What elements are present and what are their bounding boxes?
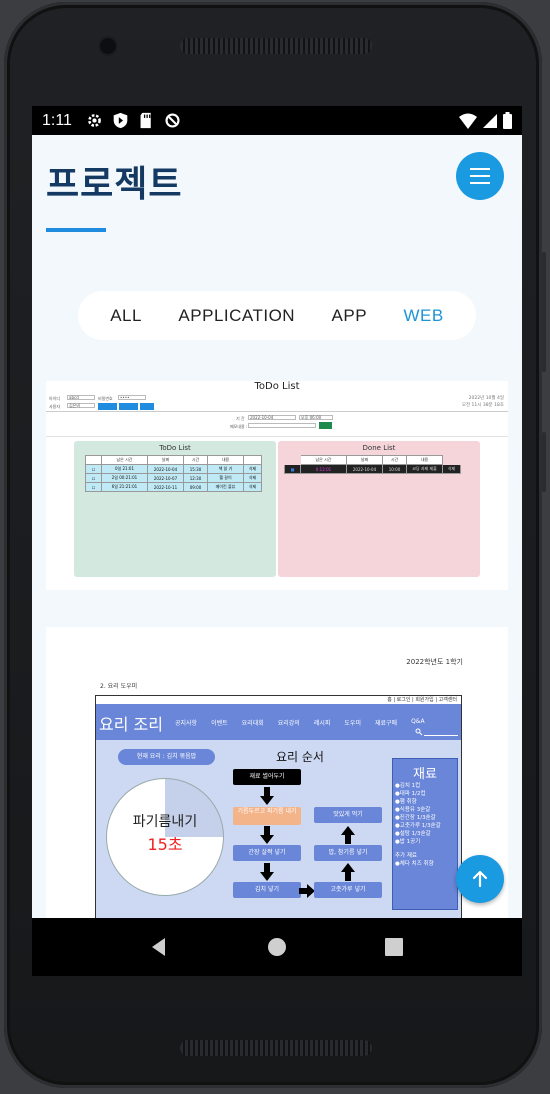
checkbox: ☐	[85, 482, 102, 492]
ingredients-box: 재료 ●김치 1컵 ●대파 1/2컵 ●햄 취향 ●식용유 3숟갈 ●진간장 1…	[392, 758, 458, 910]
project-card-cooking[interactable]: 2022학년도 1학기 2. 요리 도우미 홈 | 로그인 | 회원가입 | 고…	[46, 627, 508, 918]
filter-application[interactable]: APPLICATION	[178, 306, 295, 326]
scroll-to-top-button[interactable]	[456, 855, 504, 903]
project-card-todo[interactable]: ToDo List 아이디 abcd 비밀번호 •••• 사용자 김은비 202…	[46, 381, 508, 590]
sync-icon	[165, 113, 180, 128]
table-row: ■ 0:12:01 2022-10-04 10:00 코딩 과제 제출 삭제	[284, 464, 461, 474]
logout-button	[119, 403, 138, 410]
checkbox: ☐	[85, 473, 102, 483]
filter-web[interactable]: WEB	[404, 306, 444, 326]
id-label: 아이디	[49, 396, 61, 401]
screen: 1:11 프로젝트 ALL APPLICATION APP WEB ToDo L…	[32, 106, 522, 976]
divider	[46, 411, 508, 412]
phone-frame: 1:11 프로젝트 ALL APPLICATION APP WEB ToDo L…	[4, 2, 546, 1088]
cooking-menu: 공지사항 이벤트 요리대회 요리강의 레시피 도우미 재료구매 Q&A	[175, 718, 425, 727]
status-bar: 1:11	[32, 106, 522, 135]
todo-table: 남은 시간 날짜 시간 내용 ☐ 0일 21:01 2022-10-04 15:…	[85, 455, 262, 492]
arrow-right-icon	[299, 884, 315, 898]
cooking-brand: 요리 조리	[99, 715, 163, 734]
title-underline	[46, 228, 106, 232]
step-1: 재료 썰어두기	[233, 769, 301, 785]
page-content[interactable]: 프로젝트 ALL APPLICATION APP WEB ToDo List 아…	[32, 135, 522, 918]
earpiece-speaker	[180, 38, 372, 54]
navigation-bar	[32, 918, 522, 976]
join-button	[140, 403, 154, 410]
user-field: 김은비	[67, 403, 95, 408]
step-7: 맛있게 먹기	[314, 807, 382, 823]
filter-bar: ALL APPLICATION APP WEB	[78, 291, 476, 340]
divider	[46, 436, 508, 437]
wifi-icon	[459, 113, 477, 129]
user-label: 사용자	[49, 404, 61, 409]
step-5: 고춧가루 넣기	[314, 882, 382, 898]
checkbox: ☐	[85, 464, 102, 474]
cell-signal-icon	[483, 113, 497, 128]
steps-title: 요리 순서	[276, 750, 324, 764]
filter-all[interactable]: ALL	[110, 306, 142, 326]
settings-icon	[88, 114, 101, 127]
date-label: 기 간	[236, 416, 245, 421]
step-6: 밥, 참기름 넣기	[314, 845, 382, 861]
volume-button	[542, 252, 546, 372]
home-icon[interactable]	[267, 937, 287, 957]
search-icon	[415, 728, 423, 736]
step-3: 간장 살짝 넣기	[233, 845, 301, 861]
report-header: 2022학년도 1학기	[406, 658, 463, 666]
timer-value: 15초	[147, 835, 183, 854]
done-panel: Done List 남은 시간 날짜 시간 내용 ■ 0:12:01 2022-…	[278, 441, 480, 577]
battery-icon	[503, 112, 512, 129]
cooking-app-screenshot: 홈 | 로그인 | 회원가입 | 고객센터 요리 조리 공지사항 이벤트 요리대…	[95, 695, 462, 918]
arrow-up-icon	[341, 826, 355, 844]
todo-panel: ToDo List 남은 시간 날짜 시간 내용 ☐ 0일 21:01 2022…	[74, 441, 276, 577]
cooking-navbar: 요리 조리 공지사항 이벤트 요리대회 요리강의 레시피 도우미 재료구매 Q&…	[96, 704, 461, 740]
todo-panel-title: ToDo List	[159, 444, 191, 452]
add-button	[319, 422, 332, 429]
table-row: ☐ 6일 21:21:01 2022-10-11 09:00 메이킨 플뷰 삭제	[85, 482, 262, 492]
table-row: ☐ 2일 00:21:01 2022-10-07 12:30 헬 갈이 삭제	[85, 473, 262, 483]
arrow-down-icon	[260, 863, 274, 881]
arrow-up-icon	[341, 863, 355, 881]
memo-label: 메모내용 :	[230, 424, 248, 429]
hamburger-icon	[470, 168, 490, 170]
todo-app-title: ToDo List	[254, 381, 300, 392]
ingredients-title: 재료	[413, 767, 437, 782]
shield-play-icon	[113, 112, 128, 129]
pw-label: 비밀번호	[98, 396, 113, 401]
step-4: 김치 넣기	[233, 882, 301, 898]
report-subtitle: 2. 요리 도우미	[100, 683, 138, 690]
current-recipe: 현재 요리 : 김치 볶음밥	[118, 749, 215, 765]
step-2: 기름두르고 파기름 내기	[233, 807, 301, 825]
sd-card-icon	[140, 112, 151, 129]
search-field	[415, 728, 458, 736]
arrow-down-icon	[260, 787, 274, 805]
front-camera	[100, 38, 116, 54]
timer-pie: 파기름내기 15초	[106, 778, 224, 896]
arrow-down-icon	[260, 826, 274, 844]
arrow-up-icon	[472, 870, 488, 888]
login-button	[98, 403, 117, 410]
power-button	[542, 432, 546, 492]
recents-icon[interactable]	[384, 937, 404, 957]
date-field: 2022-10-04	[248, 415, 296, 420]
back-icon[interactable]	[150, 937, 170, 957]
time-field: 오후 06:00	[299, 415, 333, 420]
filter-app[interactable]: APP	[332, 306, 368, 326]
menu-button[interactable]	[456, 152, 504, 200]
done-panel-title: Done List	[362, 444, 396, 452]
status-time: 1:11	[42, 111, 72, 129]
page-title: 프로젝트	[46, 164, 183, 205]
checkbox: ■	[284, 464, 301, 474]
id-field: abcd	[67, 395, 95, 400]
table-row: ☐ 0일 21:01 2022-10-04 15:30 책 읽 기 삭제	[85, 464, 262, 474]
pw-field: ••••	[118, 395, 146, 400]
todo-date: 2022년 10월 4일 오전 11시 38분 18초	[461, 396, 504, 408]
top-links: 홈 | 로그인 | 회원가입 | 고객센터	[96, 696, 461, 704]
bottom-speaker	[180, 1040, 372, 1056]
memo-field	[248, 423, 316, 428]
timer-label: 파기름내기	[132, 814, 198, 830]
done-table: 남은 시간 날짜 시간 내용 ■ 0:12:01 2022-10-04 10:0…	[284, 455, 461, 474]
